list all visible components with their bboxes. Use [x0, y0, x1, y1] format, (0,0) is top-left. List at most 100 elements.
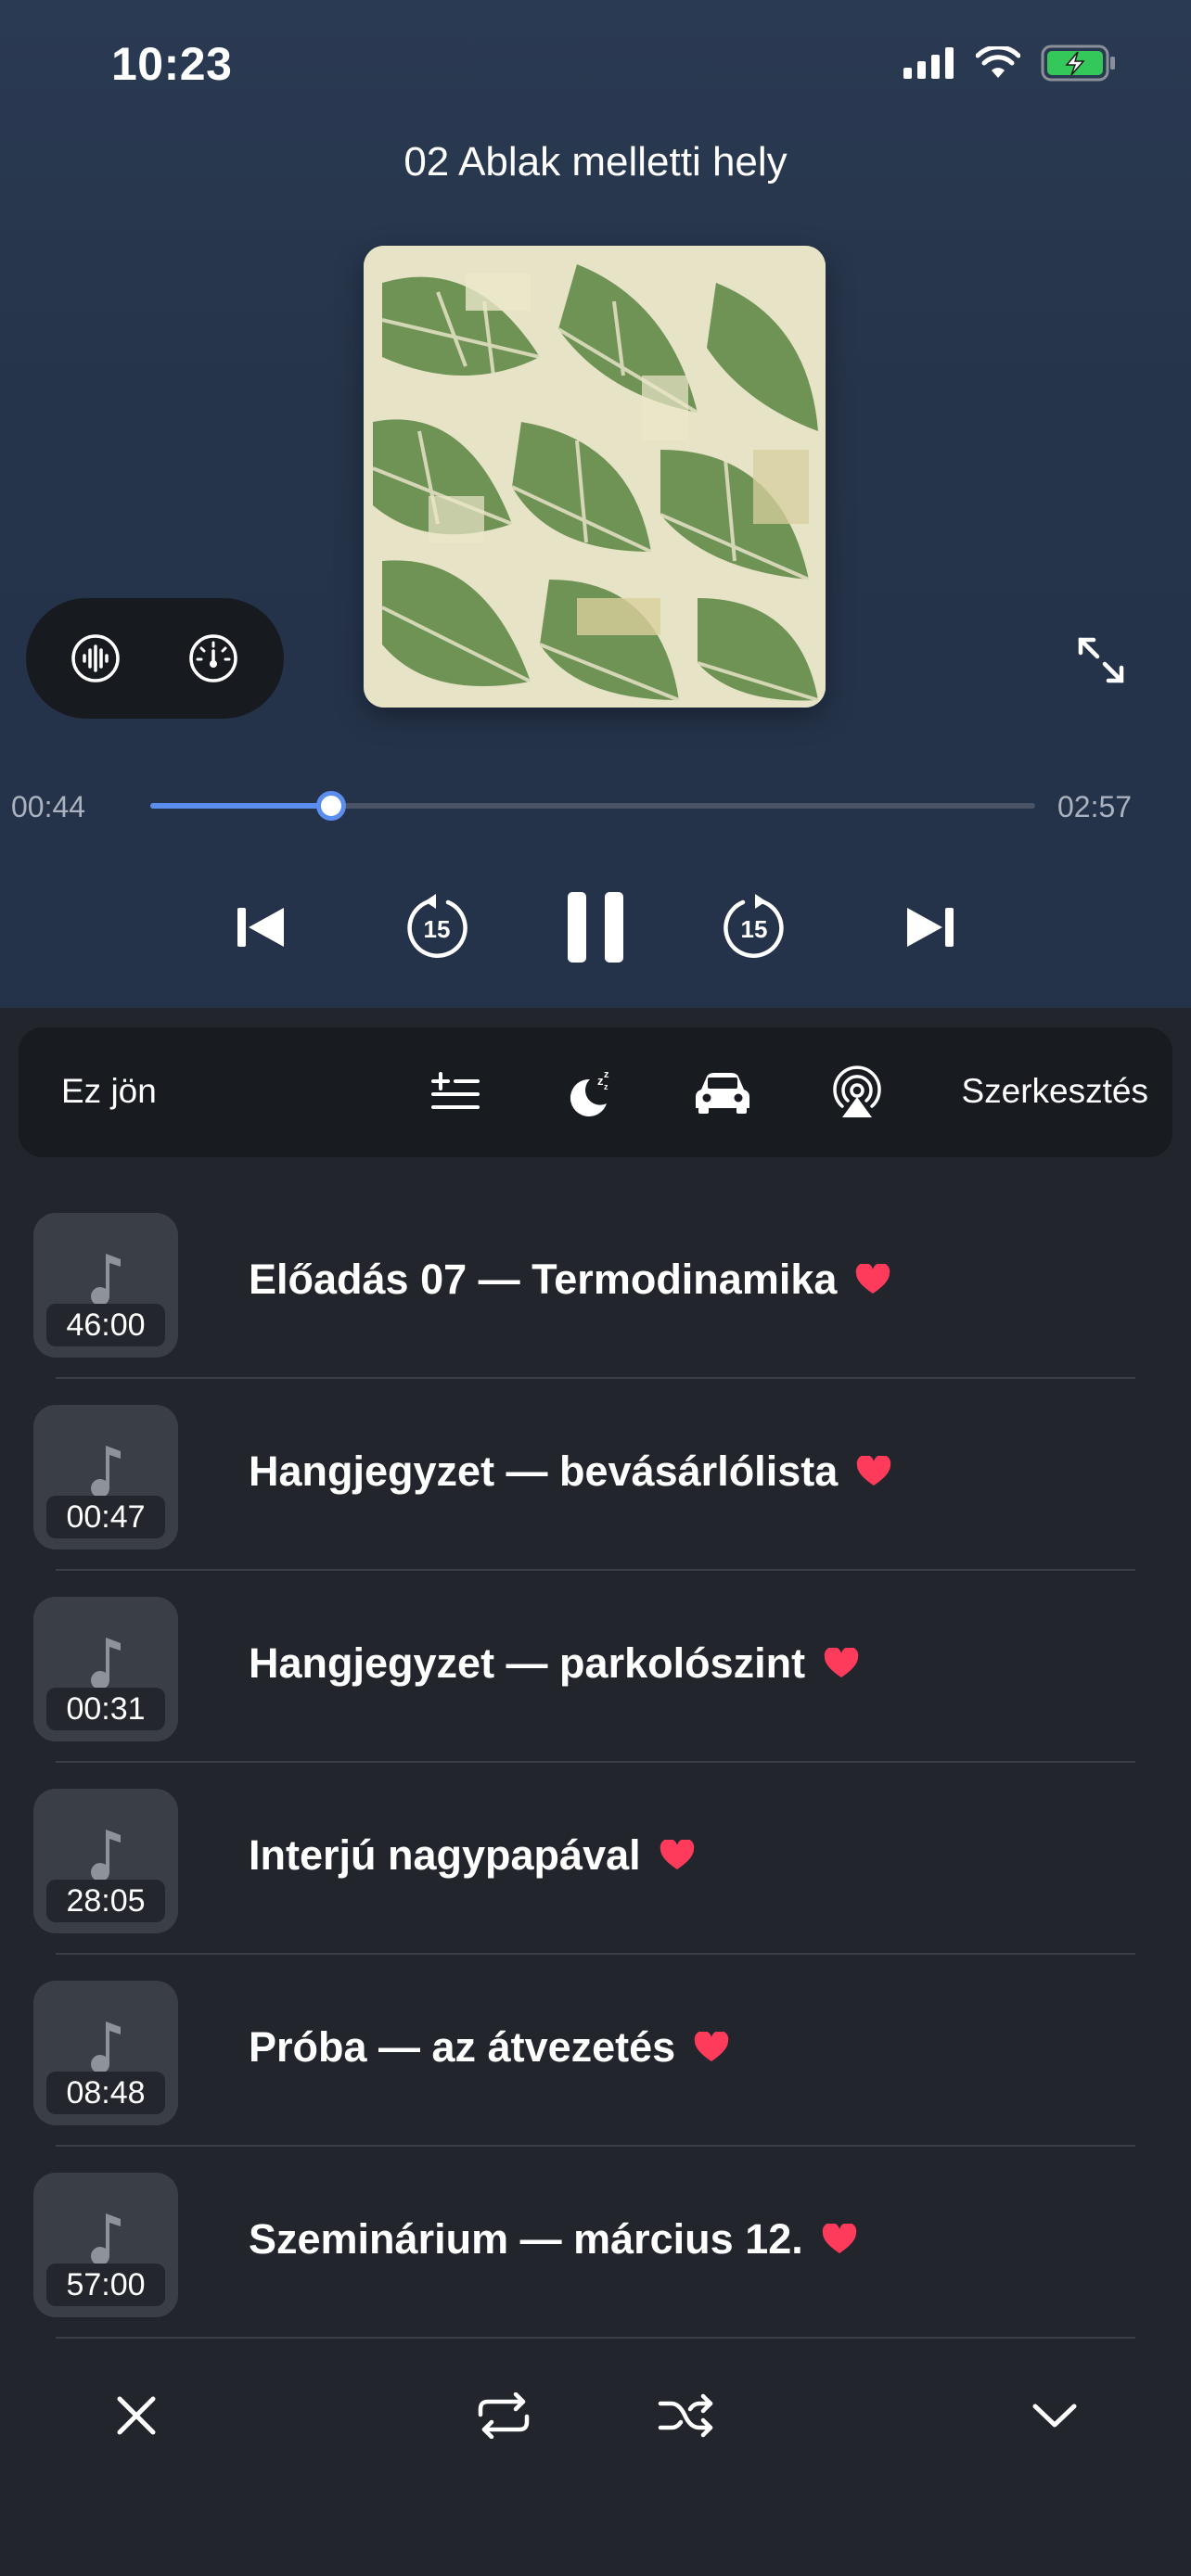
skip-forward-seconds: 15	[741, 915, 768, 943]
music-note-icon	[91, 1830, 121, 1881]
waveform-button[interactable]	[66, 629, 125, 688]
list-item[interactable]: 57:00 Szeminárium — március 12.	[0, 2162, 1191, 2353]
row-divider	[56, 2145, 1135, 2147]
expand-button[interactable]	[1071, 631, 1131, 690]
progress-fill	[150, 803, 331, 809]
row-divider	[56, 1377, 1135, 1379]
heart-icon[interactable]	[822, 2224, 857, 2255]
music-note-icon	[91, 1254, 121, 1306]
heart-icon[interactable]	[824, 1648, 859, 1679]
track-title: Előadás 07 — Termodinamika	[249, 1256, 890, 1304]
pause-button[interactable]	[549, 881, 642, 974]
airplay-icon	[833, 1065, 881, 1117]
speedometer-icon	[189, 634, 237, 682]
heart-icon[interactable]	[660, 1840, 695, 1871]
add-to-queue-icon	[431, 1072, 480, 1109]
collapse-button[interactable]	[1013, 2374, 1096, 2457]
skip-back-15-button[interactable]: 15	[391, 881, 483, 974]
row-divider	[56, 1761, 1135, 1763]
music-note-icon	[91, 2021, 121, 2073]
svg-text:z: z	[604, 1069, 609, 1080]
heart-icon[interactable]	[856, 1456, 891, 1487]
track-title-text: Hangjegyzet — bevásárlólista	[249, 1447, 839, 1495]
transport-controls: 15 15	[0, 881, 1191, 974]
airplay-button[interactable]	[825, 1060, 890, 1125]
progress-row: 00:44 02:57	[0, 777, 1191, 833]
shuffle-icon	[658, 2393, 713, 2438]
row-divider	[56, 1569, 1135, 1571]
skip-forward-15-button[interactable]: 15	[708, 881, 800, 974]
list-item[interactable]: 00:47 Hangjegyzet — bevásárlólista	[0, 1394, 1191, 1586]
waveform-icon	[71, 634, 120, 682]
heart-icon[interactable]	[694, 2032, 729, 2063]
track-duration: 57:00	[46, 2264, 165, 2306]
close-icon	[117, 2396, 156, 2435]
progress-knob[interactable]	[315, 791, 346, 821]
track-title: Szeminárium — március 12.	[249, 2215, 857, 2264]
next-track-icon	[907, 908, 954, 947]
track-duration: 28:05	[46, 1880, 165, 1922]
music-note-icon	[91, 1446, 121, 1498]
track-title-text: Hangjegyzet — parkolószint	[249, 1639, 806, 1687]
track-duration: 46:00	[46, 1304, 165, 1346]
audio-tools-pill	[26, 598, 284, 719]
track-title-text: Interjú nagypapával	[249, 1831, 641, 1879]
list-item[interactable]: 00:31 Hangjegyzet — parkolószint	[0, 1586, 1191, 1778]
repeat-icon	[478, 2392, 530, 2439]
status-bar: 10:23	[0, 0, 1191, 130]
playback-speed-button[interactable]	[184, 629, 243, 688]
clear-queue-button[interactable]	[95, 2374, 178, 2457]
track-thumbnail: 08:48	[33, 1981, 178, 2125]
leaf-pattern-artwork	[364, 246, 826, 708]
track-duration: 00:31	[46, 1688, 165, 1730]
pause-icon	[568, 892, 623, 963]
edit-button[interactable]: Szerkesztés	[961, 1072, 1148, 1111]
track-duration: 00:47	[46, 1496, 165, 1538]
list-item[interactable]: 08:48 Próba — az átvezetés	[0, 1970, 1191, 2162]
next-track-button[interactable]	[883, 881, 976, 974]
progress-track[interactable]	[150, 791, 1035, 821]
track-title-text: Előadás 07 — Termodinamika	[249, 1256, 838, 1303]
battery-charging-icon	[1041, 45, 1115, 82]
row-divider	[56, 1953, 1135, 1955]
status-time: 10:23	[111, 38, 233, 90]
repeat-button[interactable]	[462, 2374, 545, 2457]
wifi-icon	[976, 46, 1020, 78]
album-artwork[interactable]	[364, 246, 826, 708]
expand-arrows-icon	[1078, 637, 1124, 683]
now-playing-panel: 10:23 02 Ablak melletti hely 00:44 02:57…	[0, 0, 1191, 1008]
track-title: Próba — az átvezetés	[249, 2023, 729, 2072]
skip-back-icon: 15	[407, 894, 467, 958]
skip-back-seconds: 15	[424, 915, 451, 943]
moon-sleep-icon: z z z	[570, 1069, 609, 1116]
car-icon	[696, 1073, 749, 1114]
list-item[interactable]: 28:05 Interjú nagypapával	[0, 1778, 1191, 1970]
skip-forward-icon: 15	[724, 894, 784, 958]
add-to-queue-button[interactable]	[423, 1060, 488, 1125]
music-note-icon	[91, 2213, 121, 2265]
row-divider	[56, 2337, 1135, 2339]
now-playing-title: 02 Ablak melletti hely	[403, 139, 788, 185]
shuffle-button[interactable]	[645, 2374, 728, 2457]
bottom-controls	[0, 2374, 1191, 2467]
chevron-down-icon	[1032, 2404, 1077, 2428]
status-icons	[903, 45, 1117, 82]
list-item[interactable]: 46:00 Előadás 07 — Termodinamika	[0, 1202, 1191, 1394]
track-duration: 08:48	[46, 2072, 165, 2114]
track-title: Hangjegyzet — bevásárlólista	[249, 1447, 891, 1496]
track-title: Hangjegyzet — parkolószint	[249, 1639, 859, 1688]
elapsed-time: 00:44	[11, 790, 86, 823]
music-note-icon	[91, 1638, 121, 1690]
track-thumbnail: 00:31	[33, 1597, 178, 1741]
track-title: Interjú nagypapával	[249, 1831, 695, 1880]
total-time: 02:57	[1057, 790, 1133, 823]
heart-icon[interactable]	[855, 1264, 890, 1295]
track-thumbnail: 28:05	[33, 1789, 178, 1933]
previous-track-button[interactable]	[215, 881, 308, 974]
cellular-signal-icon	[903, 47, 954, 79]
car-mode-button[interactable]	[690, 1060, 755, 1125]
track-thumbnail: 57:00	[33, 2173, 178, 2317]
queue-toolbar: Ez jön z z z Szerkesztés	[19, 1027, 1172, 1157]
previous-track-icon	[237, 908, 284, 947]
sleep-timer-button[interactable]: z z z	[556, 1060, 621, 1125]
